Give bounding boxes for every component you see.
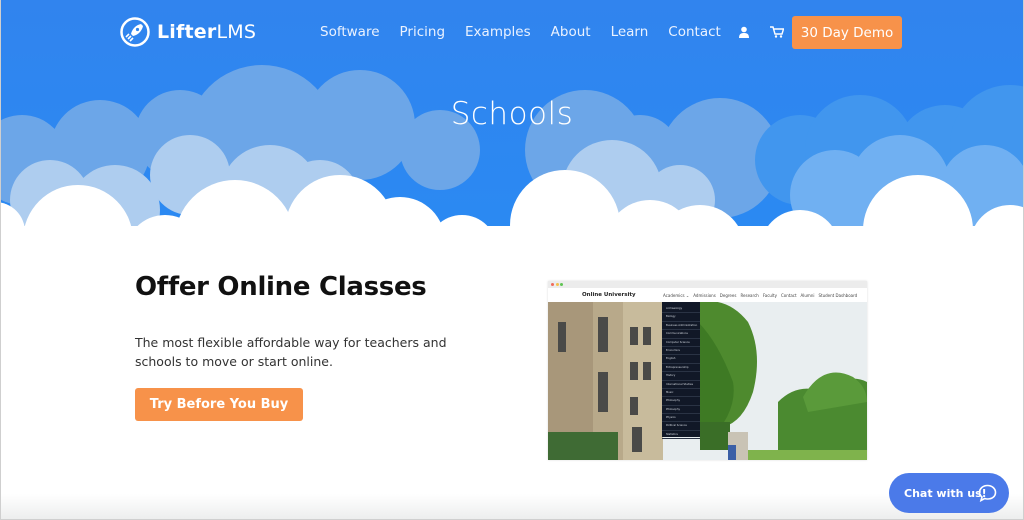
- mockup-nav-item: Degrees: [719, 292, 737, 298]
- demo-button[interactable]: 30 Day Demo: [792, 16, 902, 49]
- nav-learn[interactable]: Learn: [611, 24, 649, 40]
- section-divider-shadow: [0, 494, 1024, 520]
- window-dot-icon: [555, 283, 559, 286]
- mockup-dropdown: Archaeology Biology Business Administrat…: [662, 302, 700, 440]
- mockup-dropdown-item: Business Administration: [662, 322, 700, 331]
- chat-label: Chat with us!: [904, 486, 987, 500]
- mockup-dropdown-item: History: [662, 372, 700, 381]
- rocket-icon: [120, 17, 150, 47]
- mockup-dropdown-item: International Studies: [662, 381, 700, 389]
- campus-photo: [548, 302, 867, 460]
- window-dot-icon: [551, 283, 554, 286]
- website-mockup-image: Online University Academics ⌄ Admissions…: [548, 281, 867, 460]
- mockup-dropdown-item: Philosophy: [662, 397, 700, 406]
- top-nav: LifterLMS Software Pricing Examples Abou…: [0, 0, 1024, 66]
- mockup-nav-item: Faculty: [762, 292, 777, 298]
- section-headline: Offer Online Classes: [135, 272, 427, 302]
- mockup-brand: Online University: [582, 292, 636, 298]
- user-icon[interactable]: [738, 26, 750, 38]
- mockup-nav-item: Academics ⌄: [663, 292, 690, 298]
- mockup-dropdown-item: Biology: [662, 313, 700, 322]
- logo-text-bold: Lifter: [157, 21, 217, 43]
- chat-bubble-icon: [978, 484, 997, 502]
- mockup-dropdown-item: English: [662, 355, 700, 364]
- mockup-dropdown-item: Political Science: [662, 422, 700, 431]
- mockup-dropdown-item: Philosophy: [662, 406, 700, 415]
- mockup-dropdown-item: Computer Science: [662, 339, 700, 347]
- nav-examples[interactable]: Examples: [465, 24, 531, 40]
- mockup-dropdown-item: Entrepreneurship: [662, 364, 700, 373]
- window-dot-icon: [560, 283, 563, 286]
- mockup-dropdown-item: Economics: [662, 347, 700, 356]
- nav-contact[interactable]: Contact: [668, 24, 721, 40]
- mockup-dropdown-item: Music: [662, 389, 700, 398]
- chat-widget-button[interactable]: Chat with us!: [889, 473, 1009, 513]
- nav-pricing[interactable]: Pricing: [400, 24, 446, 40]
- mockup-nav-item: Admissions: [693, 292, 716, 298]
- cart-icon[interactable]: [770, 26, 784, 38]
- logo-text-light: LMS: [216, 21, 257, 43]
- mockup-nav-item: Alumni: [800, 292, 815, 298]
- mockup-nav-item: Contact: [780, 292, 797, 298]
- page-title: Schools: [450, 96, 574, 132]
- mockup-nav-item: Student Dashboard: [818, 292, 858, 298]
- mockup-dropdown-item: Archaeology: [662, 305, 700, 314]
- logo[interactable]: LifterLMS: [119, 16, 256, 48]
- mockup-browser-bar: [548, 281, 867, 288]
- section-description: The most flexible affordable way for tea…: [135, 335, 447, 369]
- nav-software[interactable]: Software: [320, 24, 380, 40]
- main-menu: Software Pricing Examples About Learn Co…: [320, 24, 741, 40]
- try-before-you-buy-button[interactable]: Try Before You Buy: [135, 388, 303, 421]
- mockup-nav-item: Research: [740, 292, 759, 298]
- nav-about[interactable]: About: [551, 24, 591, 40]
- mockup-dropdown-item: Communications: [662, 330, 700, 339]
- mockup-nav: Academics ⌄ Admissions Degrees Research …: [663, 293, 861, 298]
- mockup-header: Online University Academics ⌄ Admissions…: [548, 288, 867, 302]
- mockup-dropdown-item: Physics: [662, 414, 700, 423]
- mockup-dropdown-item: Statistics: [662, 431, 700, 440]
